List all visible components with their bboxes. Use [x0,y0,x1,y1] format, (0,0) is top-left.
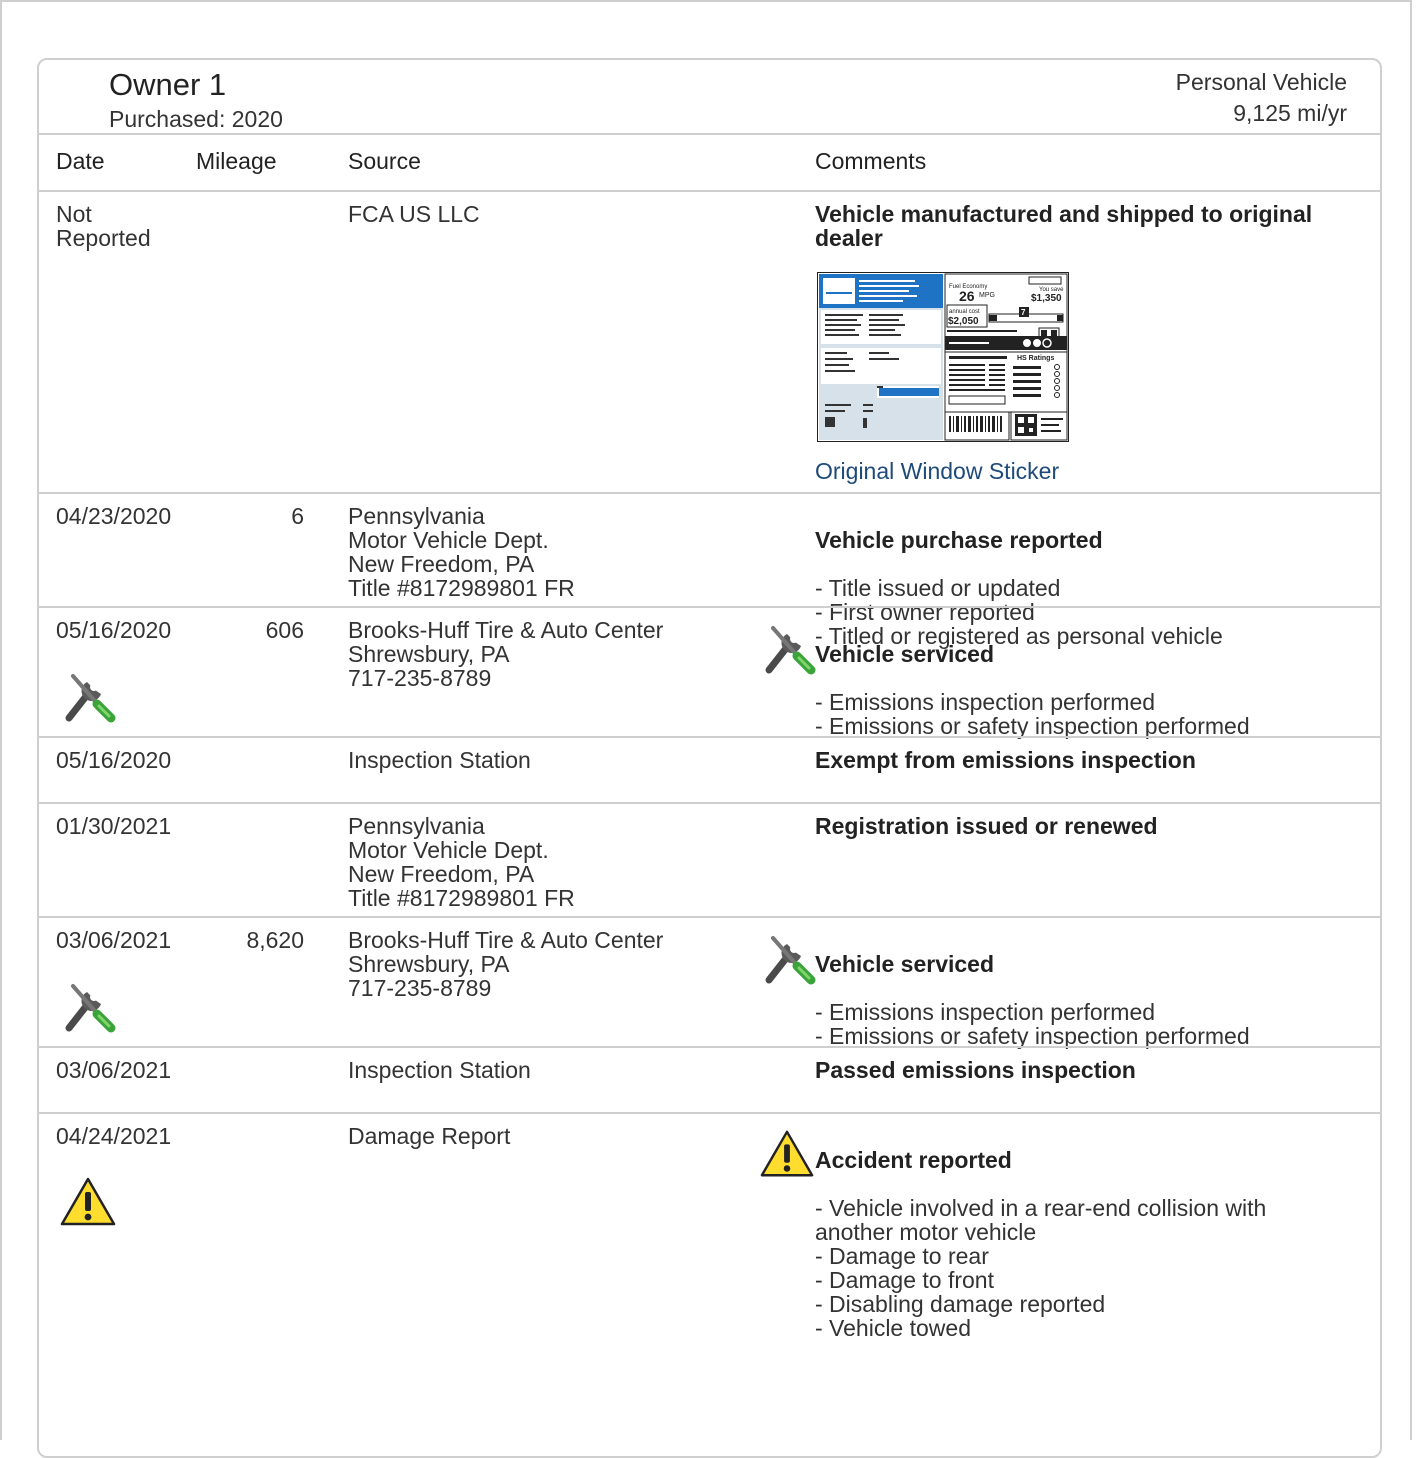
table-row: 05/16/2020 606 Brooks-Huff Tire & Auto C… [39,608,1380,739]
column-header-source: Source [348,148,421,174]
row-date: 01/30/2021 [56,813,172,839]
column-header-date: Date [56,148,105,174]
owner-title: Owner 1 [109,67,227,102]
row-comment-title: Exempt from emissions inspection [815,747,1196,773]
divider [39,133,1380,135]
sticker-save-amount: $1,350 [1031,293,1062,304]
table-row: 04/24/2021 Damage Report Accident report… [39,1114,1380,1454]
sticker-mpg: 26 [959,288,975,304]
sticker-ratings-label: HS Ratings [1017,355,1054,362]
row-comment-title: Accident reported [815,1147,1012,1173]
row-comment-details: - Emissions inspection performed - Emiss… [815,689,1250,739]
row-comment-title: Registration issued or renewed [815,813,1158,839]
row-source: Brooks-Huff Tire & Auto Center Shrewsbur… [348,617,664,691]
row-comment-title: Vehicle serviced [815,951,995,977]
column-header-mileage: Mileage [196,148,277,174]
row-mileage: 606 [265,617,304,643]
owner-purchased: Purchased: 2020 [109,106,283,132]
column-header-comments: Comments [815,148,927,174]
row-source: Inspection Station [348,1057,531,1083]
window-sticker-thumbnail[interactable]: Fuel Economy 26 MPG You save $1,350 annu… [817,272,1069,442]
row-date: 05/16/2020 [56,747,172,773]
vehicle-type: Personal Vehicle [1175,69,1347,95]
sticker-score: 7 [1021,308,1026,317]
owner-header: Owner 1 Purchased: 2020 Personal Vehicle… [39,60,1380,134]
mileage-per-year: 9,125 mi/yr [1233,100,1347,126]
row-comment-title: Vehicle purchase reported [815,527,1103,553]
row-source: Inspection Station [348,747,531,773]
row-date: 04/24/2021 [56,1123,172,1149]
table-row: 05/16/2020 Inspection Station Exempt fro… [39,738,1380,802]
table-row: 01/30/2021 Pennsylvania Motor Vehicle De… [39,804,1380,916]
warning-triangle-icon [759,1128,815,1180]
owner-summary: Personal Vehicle 9,125 mi/yr [1176,67,1347,129]
table-row: 04/23/2020 6 Pennsylvania Motor Vehicle … [39,494,1380,648]
sticker-annual-cost-label: annual cost [949,309,980,315]
row-comment-details: - Emissions inspection performed - Emiss… [815,999,1250,1049]
table-row: Not Reported FCA US LLC Vehicle manufact… [39,192,1380,492]
wrench-screwdriver-icon [761,620,817,676]
row-comment: Accident reported - Vehicle involved in … [815,1124,1360,1364]
row-source: Damage Report [348,1123,511,1149]
row-date: 03/06/2021 [56,1057,172,1083]
wrench-screwdriver-icon [61,668,117,724]
row-date: Not Reported [56,201,151,251]
row-mileage: 8,620 [246,927,304,953]
row-source: Brooks-Huff Tire & Auto Center Shrewsbur… [348,927,664,1001]
wrench-screwdriver-icon [61,978,117,1034]
row-comment-title: Vehicle manufactured and shipped to orig… [815,201,1313,251]
warning-triangle-icon [59,1176,117,1228]
row-comment-title: Vehicle serviced [815,641,995,667]
table-row: 03/06/2021 Inspection Station Passed emi… [39,1048,1380,1112]
sticker-mpg-unit: MPG [979,292,995,299]
row-comment-title: Passed emissions inspection [815,1057,1136,1083]
row-source: FCA US LLC [348,201,480,227]
sticker-annual-cost: $2,050 [948,316,979,327]
owner-history-card: Owner 1 Purchased: 2020 Personal Vehicle… [37,58,1382,1458]
row-source: Pennsylvania Motor Vehicle Dept. New Fre… [348,503,575,601]
row-source: Pennsylvania Motor Vehicle Dept. New Fre… [348,813,575,911]
row-mileage: 6 [291,503,304,529]
table-row: 03/06/2021 8,620 Brooks-Huff Tire & Auto… [39,918,1380,1049]
row-comment-details: - Vehicle involved in a rear-end collisi… [815,1195,1267,1341]
original-window-sticker-link[interactable]: Original Window Sticker [815,458,1059,485]
wrench-screwdriver-icon [761,930,817,986]
